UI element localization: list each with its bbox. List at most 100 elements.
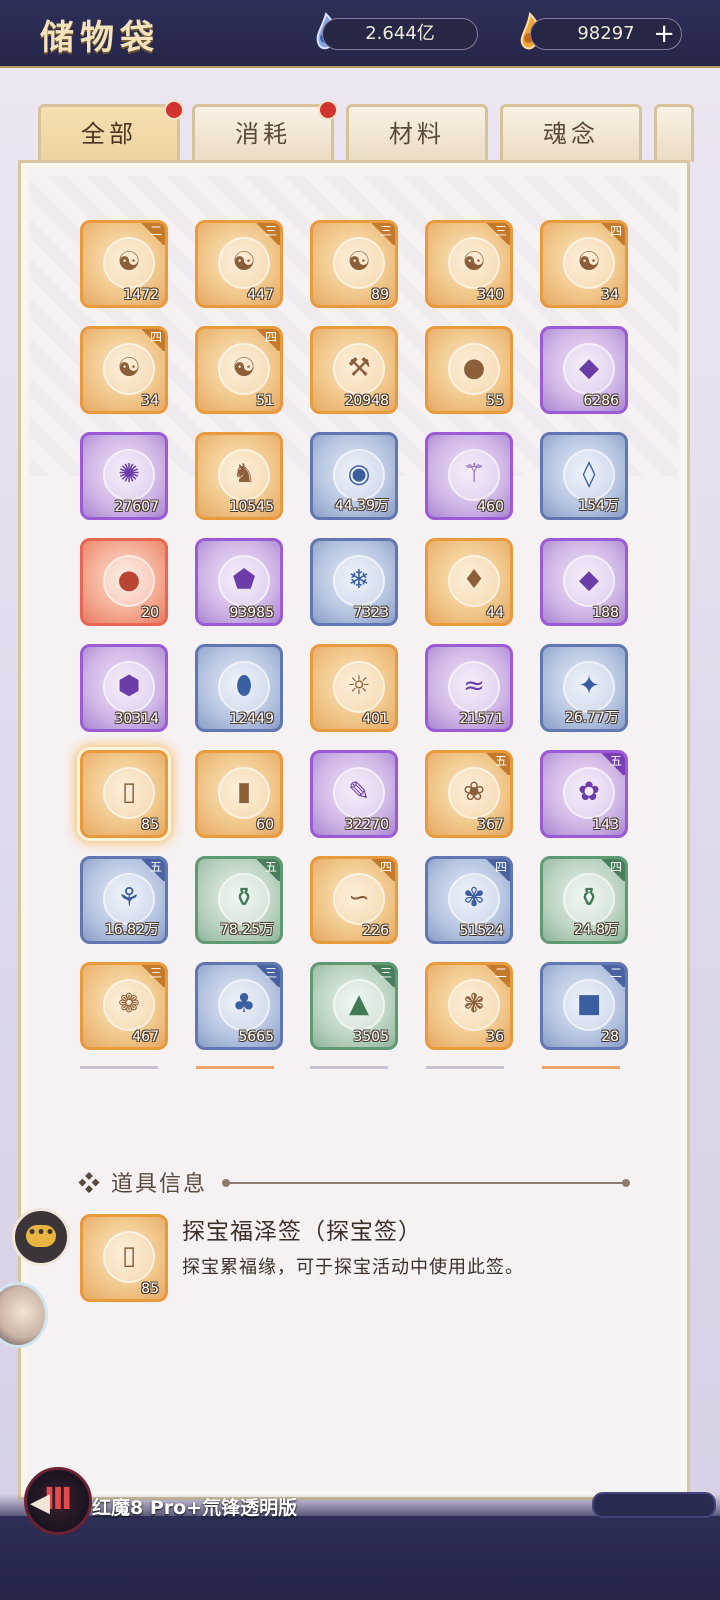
- inventory-item[interactable]: ☯ 三 340: [425, 220, 513, 308]
- inventory-item[interactable]: ≈21571: [425, 644, 513, 732]
- bottom-bar: [0, 1516, 720, 1600]
- item-count: 34: [601, 287, 619, 303]
- item-grade-badge: 四: [254, 329, 280, 351]
- inventory-item[interactable]: ❄ 7323: [310, 538, 398, 626]
- chat-button[interactable]: •••: [12, 1208, 70, 1266]
- inventory-item[interactable]: ■ 二 28: [540, 962, 628, 1050]
- item-count: 85: [141, 1281, 159, 1297]
- item-count: 44: [486, 605, 504, 621]
- tab-label: 材料: [389, 120, 445, 148]
- item-count: 55: [486, 393, 504, 409]
- violet-crystal-icon: ◆: [563, 555, 615, 607]
- item-count: 30314: [114, 711, 159, 727]
- back-arrow-icon[interactable]: ◀: [30, 1488, 50, 1518]
- item-count: 28: [601, 1029, 619, 1045]
- inventory-item[interactable]: ▯ 85: [80, 750, 168, 838]
- item-description: 探宝累福缘，可于探宝活动中使用此签。: [182, 1257, 524, 1278]
- item-grade-badge: 四: [139, 329, 165, 351]
- inventory-item[interactable]: ◊ 154万: [540, 432, 628, 520]
- item-count: 3505: [353, 1029, 389, 1045]
- inventory-item[interactable]: ⚱ 四 24.8万: [540, 856, 628, 944]
- tab-label: 魂念: [543, 120, 599, 148]
- inventory-item[interactable]: ⚒ 20948: [310, 326, 398, 414]
- inventory-item[interactable]: ❁ 三 467: [80, 962, 168, 1050]
- item-count: 21571: [459, 711, 504, 727]
- add-currency-button[interactable]: +: [653, 19, 675, 49]
- inventory-item[interactable]: ♦ 44: [425, 538, 513, 626]
- item-count: 1472: [123, 287, 159, 303]
- inventory-item[interactable]: ✦ 26.77万: [540, 644, 628, 732]
- item-count: 154万: [578, 498, 619, 514]
- inventory-item[interactable]: ✿ 五 143: [540, 750, 628, 838]
- inventory-item[interactable]: ⬟ 93985: [195, 538, 283, 626]
- tab-consumables[interactable]: 消耗: [192, 100, 338, 162]
- inventory-item[interactable]: ⚱ 五 78.25万: [195, 856, 283, 944]
- inventory-item[interactable]: ✎ 32270: [310, 750, 398, 838]
- inventory-item[interactable]: ● 20: [80, 538, 168, 626]
- inventory-item[interactable]: ♞ 10545: [195, 432, 283, 520]
- notification-dot: [318, 100, 338, 120]
- item-count: 460: [477, 499, 504, 515]
- item-count: 226: [362, 923, 389, 939]
- item-grade-badge: 二: [484, 965, 510, 987]
- inventory-item[interactable]: ▲ 三 3505: [310, 962, 398, 1050]
- inventory-item[interactable]: ❀ 五 367: [425, 750, 513, 838]
- item-grade-badge: 二: [139, 223, 165, 245]
- inventory-item[interactable]: ∽ 四 226: [310, 856, 398, 944]
- item-count: 20: [141, 605, 159, 621]
- inventory-item[interactable]: ▮ 60: [195, 750, 283, 838]
- item-grade-badge: 三: [369, 223, 395, 245]
- item-count: 340: [477, 287, 504, 303]
- item-grade-badge: 三: [369, 965, 395, 987]
- blue-crystal-icon: ◊: [563, 449, 615, 501]
- inventory-item[interactable]: ☯ 四 34: [80, 326, 168, 414]
- item-grade-badge: 四: [369, 859, 395, 881]
- amber-gem-icon: ♦: [448, 555, 500, 607]
- tab-soul[interactable]: 魂念: [500, 104, 642, 162]
- wave-icon: ≈: [448, 661, 500, 713]
- item-count: 51: [256, 393, 274, 409]
- item-grade-badge: 五: [254, 859, 280, 881]
- fruit-icon: ●: [448, 343, 500, 395]
- inventory-item[interactable]: ☯ 三 447: [195, 220, 283, 308]
- inventory-item[interactable]: ⬮ 12449: [195, 644, 283, 732]
- inventory-item[interactable]: ✺ 27607: [80, 432, 168, 520]
- tab-all[interactable]: 全部: [38, 100, 184, 162]
- inventory-item[interactable]: ☯ 三 89: [310, 220, 398, 308]
- item-count: 24.8万: [573, 922, 619, 938]
- inventory-item[interactable]: ✾ 四 51524: [425, 856, 513, 944]
- inventory-item[interactable]: ◉ 44.39万: [310, 432, 398, 520]
- item-grade-badge: 五: [599, 753, 625, 775]
- inventory-item[interactable]: ⚘ 五 16.82万: [80, 856, 168, 944]
- inventory-item[interactable]: ◆ 188: [540, 538, 628, 626]
- inventory-item[interactable]: ☯ 二 1472: [80, 220, 168, 308]
- item-grade-badge: 三: [484, 223, 510, 245]
- ice-crystal-icon: ❄: [333, 555, 385, 607]
- tab-materials[interactable]: 材料: [346, 104, 488, 162]
- inventory-item[interactable]: ☯ 四 51: [195, 326, 283, 414]
- grid-next-row-hint: [80, 1066, 640, 1070]
- item-count: 467: [132, 1029, 159, 1045]
- flame-orb-icon: ✺: [103, 449, 155, 501]
- inventory-item[interactable]: ☼ 401: [310, 644, 398, 732]
- item-count: 143: [592, 817, 619, 833]
- inventory-item[interactable]: ⚚ 460: [425, 432, 513, 520]
- selected-item-icon: ▯ 85: [80, 1214, 168, 1302]
- inventory-item[interactable]: ⬢ 30314: [80, 644, 168, 732]
- inventory-item[interactable]: ● 55: [425, 326, 513, 414]
- blue-orb-icon: ◉: [333, 449, 385, 501]
- inventory-item[interactable]: ◆ 6286: [540, 326, 628, 414]
- item-info-heading: ❖ 道具信息: [78, 1172, 207, 1197]
- inventory-item[interactable]: ❃ 二 36: [425, 962, 513, 1050]
- device-watermark: 红魔8 Pro+氘锋透明版: [92, 1497, 298, 1519]
- item-count: 10545: [229, 499, 274, 515]
- bottom-pill: [592, 1492, 716, 1518]
- item-grade-badge: 三: [254, 223, 280, 245]
- pink-stone-icon: ◆: [563, 343, 615, 395]
- tab-more[interactable]: [654, 104, 694, 162]
- chat-bubble-icon: •••: [26, 1225, 56, 1247]
- item-grade-badge: 四: [484, 859, 510, 881]
- inventory-item[interactable]: ☯ 四 34: [540, 220, 628, 308]
- inventory-item[interactable]: ♣ 三 5665: [195, 962, 283, 1050]
- currency-gold: 98297 +: [530, 18, 682, 50]
